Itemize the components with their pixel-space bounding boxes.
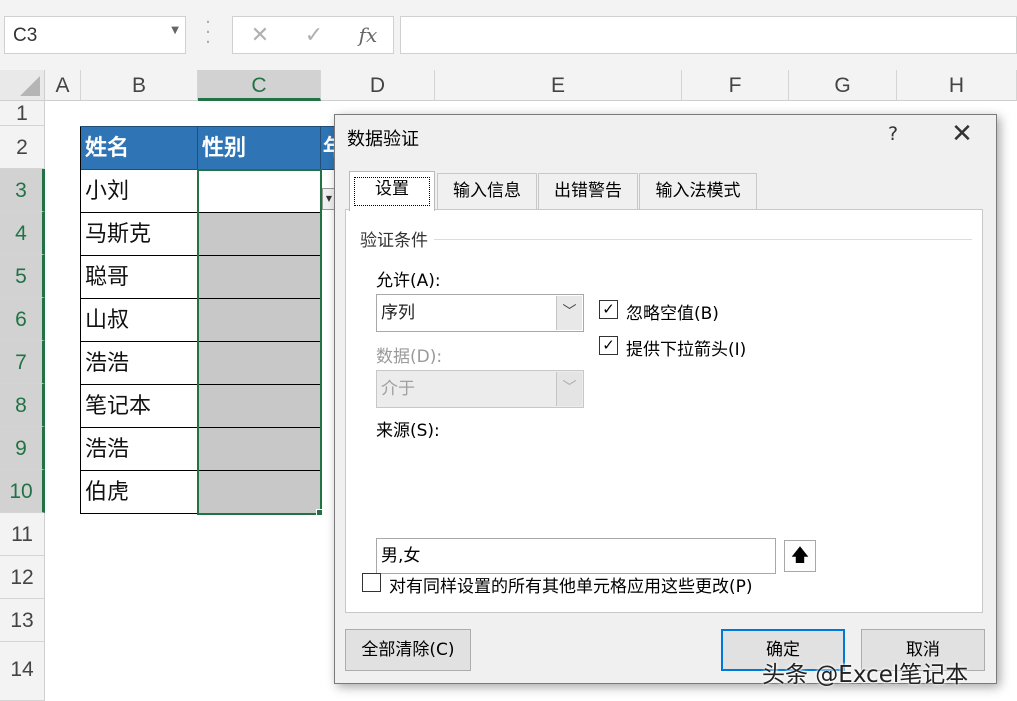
source-input[interactable]: 男,女 bbox=[376, 538, 776, 574]
allow-select-value: 序列 bbox=[381, 303, 415, 323]
dialog-title: 数据验证 bbox=[347, 129, 419, 150]
name-box-value: C3 bbox=[13, 25, 38, 46]
column-header-f[interactable]: F bbox=[682, 70, 789, 101]
table-cell-gender[interactable] bbox=[198, 256, 321, 299]
table-cell-gender[interactable] bbox=[198, 342, 321, 385]
collapse-dialog-icon[interactable]: 🡅 bbox=[784, 540, 816, 572]
name-box[interactable]: C3 ▼ bbox=[4, 16, 186, 54]
table-cell-gender[interactable] bbox=[198, 385, 321, 428]
in-cell-dropdown-label: 提供下拉箭头(I) bbox=[626, 340, 747, 360]
resize-grip-icon[interactable]: · · · bbox=[203, 14, 213, 52]
row-header-14[interactable]: 14 bbox=[0, 642, 45, 701]
table-cell-name[interactable]: 浩浩 bbox=[81, 342, 198, 385]
formula-input[interactable] bbox=[400, 16, 1017, 54]
row-header-10[interactable]: 10 bbox=[0, 470, 45, 513]
watermark: 头条 @Excel笔记本 bbox=[762, 662, 969, 688]
settings-panel: 验证条件 允许(A): 序列 ﹀ 数据(D): 介于 ﹀ ✓ 忽略空值(B) ✓… bbox=[345, 209, 983, 613]
help-icon[interactable]: ? bbox=[883, 123, 903, 145]
table-cell-gender[interactable] bbox=[198, 213, 321, 256]
column-header-d[interactable]: D bbox=[321, 70, 435, 101]
table-cell-name[interactable]: 山叔 bbox=[81, 299, 198, 342]
allow-label: 允许(A): bbox=[376, 271, 441, 291]
table-cell-gender[interactable] bbox=[198, 428, 321, 471]
select-all-corner[interactable] bbox=[0, 70, 45, 101]
column-header-h[interactable]: H bbox=[897, 70, 1017, 101]
checkmark-icon[interactable]: ✓ bbox=[599, 336, 618, 355]
formula-bar-area: C3 ▼ · · · ✕ ✓ fx bbox=[0, 0, 1017, 70]
row-header-2[interactable]: 2 bbox=[0, 126, 45, 169]
tab-ime-mode[interactable]: 输入法模式 bbox=[639, 173, 757, 209]
table-cell-name[interactable]: 笔记本 bbox=[81, 385, 198, 428]
chevron-down-icon[interactable]: ▼ bbox=[171, 25, 179, 36]
source-label: 来源(S): bbox=[376, 421, 440, 441]
tab-error-alert[interactable]: 出错警告 bbox=[538, 173, 638, 209]
table-header-gender[interactable]: 性别 bbox=[198, 127, 321, 170]
data-label: 数据(D): bbox=[376, 347, 443, 367]
tab-input-message[interactable]: 输入信息 bbox=[437, 173, 537, 209]
row-header-6[interactable]: 6 bbox=[0, 298, 45, 341]
enter-icon[interactable]: ✓ bbox=[299, 23, 329, 48]
table-cell-name[interactable]: 伯虎 bbox=[81, 471, 198, 514]
column-header-b[interactable]: B bbox=[81, 70, 198, 101]
group-divider bbox=[360, 239, 972, 240]
fill-handle[interactable] bbox=[316, 509, 323, 516]
row-header-13[interactable]: 13 bbox=[0, 599, 45, 642]
row-header-11[interactable]: 11 bbox=[0, 513, 45, 556]
chevron-down-icon[interactable]: ﹀ bbox=[556, 296, 582, 330]
row-header-4[interactable]: 4 bbox=[0, 212, 45, 255]
table-header-name[interactable]: 姓名 bbox=[81, 127, 198, 170]
tab-settings[interactable]: 设置 bbox=[349, 171, 435, 211]
validation-criteria-label: 验证条件 bbox=[360, 226, 434, 251]
table-cell-name[interactable]: 浩浩 bbox=[81, 428, 198, 471]
insert-function-icon[interactable]: fx bbox=[353, 23, 383, 47]
checkbox-box[interactable] bbox=[362, 573, 381, 592]
column-header-g[interactable]: G bbox=[789, 70, 897, 101]
data-validation-dialog: 数据验证 ? ✕ 设置 输入信息 出错警告 输入法模式 验证条件 允许(A): … bbox=[334, 114, 997, 684]
column-header-c[interactable]: C bbox=[198, 70, 321, 101]
row-header-3[interactable]: 3 bbox=[0, 169, 45, 212]
active-cell-c3[interactable] bbox=[198, 170, 321, 213]
ignore-blank-label: 忽略空值(B) bbox=[626, 304, 719, 324]
table-header-age[interactable]: 年 bbox=[321, 127, 335, 170]
formula-buttons: ✕ ✓ fx bbox=[232, 16, 394, 54]
row-header-9[interactable]: 9 bbox=[0, 427, 45, 470]
row-header-7[interactable]: 7 bbox=[0, 341, 45, 384]
cancel-icon[interactable]: ✕ bbox=[245, 23, 275, 48]
close-icon[interactable]: ✕ bbox=[949, 119, 975, 149]
table-cell-gender[interactable] bbox=[198, 299, 321, 342]
allow-select[interactable]: 序列 ﹀ bbox=[376, 294, 584, 332]
data-select-value: 介于 bbox=[381, 379, 415, 399]
column-header-a[interactable]: A bbox=[45, 70, 81, 101]
chevron-down-icon[interactable]: ﹀ bbox=[556, 372, 582, 406]
table-cell-gender[interactable] bbox=[198, 471, 321, 514]
row-header-5[interactable]: 5 bbox=[0, 255, 45, 298]
apply-all-label: 对有同样设置的所有其他单元格应用这些更改(P) bbox=[389, 577, 753, 597]
row-header-1[interactable]: 1 bbox=[0, 101, 45, 126]
row-header-8[interactable]: 8 bbox=[0, 384, 45, 427]
table-cell-name[interactable]: 马斯克 bbox=[81, 213, 198, 256]
row-header-12[interactable]: 12 bbox=[0, 556, 45, 599]
checkmark-icon[interactable]: ✓ bbox=[599, 300, 618, 319]
table-cell-name[interactable]: 小刘 bbox=[81, 170, 198, 213]
data-select[interactable]: 介于 ﹀ bbox=[376, 370, 584, 408]
column-header-e[interactable]: E bbox=[435, 70, 682, 101]
table-cell-name[interactable]: 聪哥 bbox=[81, 256, 198, 299]
clear-all-button[interactable]: 全部清除(C) bbox=[345, 629, 471, 671]
